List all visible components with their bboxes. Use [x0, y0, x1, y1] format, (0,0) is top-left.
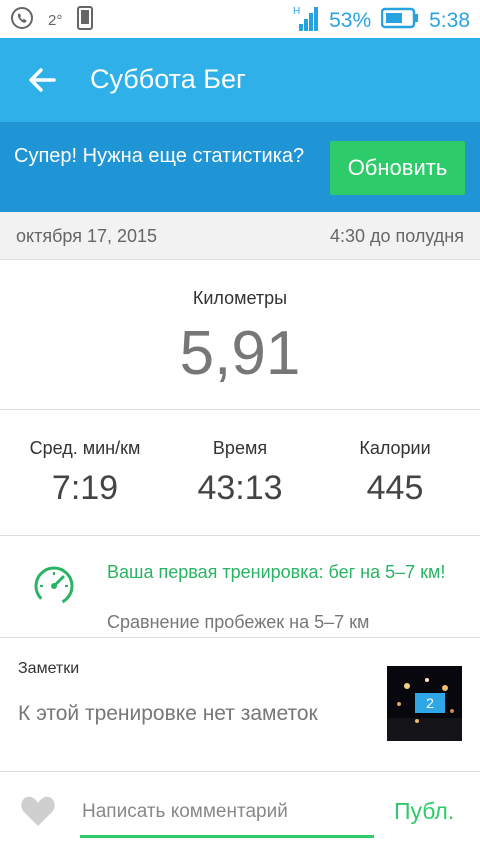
signal-icon: H — [293, 4, 319, 37]
arrow-left-icon[interactable] — [24, 62, 60, 98]
stats-row: Сред. мин/км 7:19 Время 43:13 Калории 44… — [0, 410, 480, 536]
comment-input[interactable] — [80, 788, 374, 838]
upgrade-banner: Супер! Нужна еще статистика? Обновить — [0, 122, 480, 212]
speedometer-icon — [32, 562, 76, 606]
page-title: Суббота Бег — [90, 64, 246, 94]
photo-thumbnail[interactable]: 2 — [387, 666, 462, 741]
status-bar: 2° H 53% 5:38 — [0, 0, 480, 38]
date-bar: октября 17, 2015 4:30 до полудня — [0, 212, 480, 260]
stat-calories: Калории 445 — [315, 438, 475, 508]
app-bar: Суббота Бег — [0, 38, 480, 122]
heart-icon[interactable] — [20, 794, 56, 828]
achievement-card[interactable]: Ваша первая тренировка: бег на 5–7 км! С… — [0, 536, 480, 638]
comment-bar: Публ. — [0, 772, 480, 854]
stat-value: 43:13 — [197, 469, 283, 507]
stat-pace: Сред. мин/км 7:19 — [5, 438, 165, 508]
stat-value: 445 — [366, 469, 424, 507]
stat-label: Сред. мин/км — [29, 438, 141, 458]
workout-time: 4:30 до полудня — [329, 226, 464, 246]
temperature-text: 2° — [48, 12, 63, 29]
battery-icon — [380, 7, 419, 34]
notes-body: К этой тренировке нет заметок — [18, 702, 318, 725]
achievement-headline: Ваша первая тренировка: бег на 5–7 км! — [107, 562, 446, 582]
notes-section: Заметки К этой тренировке нет заметок 2 — [0, 638, 480, 772]
post-comment-button[interactable]: Публ. — [394, 798, 454, 825]
photo-count-badge: 2 — [415, 693, 445, 713]
stat-label: Калории — [359, 438, 431, 458]
stat-value: 7:19 — [51, 469, 119, 507]
phone-icon — [76, 6, 94, 35]
battery-percent: 53% — [329, 8, 372, 32]
achievement-subtext: Сравнение пробежек на 5–7 км — [107, 612, 370, 632]
promo-text: Супер! Нужна еще статистика? — [14, 145, 305, 167]
viber-icon — [10, 6, 34, 35]
upgrade-button[interactable]: Обновить — [330, 141, 465, 195]
svg-text:H: H — [293, 6, 300, 17]
workout-date: октября 17, 2015 — [16, 226, 158, 246]
clock: 5:38 — [429, 8, 470, 32]
stat-duration: Время 43:13 — [160, 438, 320, 508]
distance-section: Километры 5,91 — [0, 260, 480, 410]
distance-value: 5,91 — [179, 319, 301, 388]
distance-label: Километры — [192, 288, 288, 308]
notes-title: Заметки — [18, 660, 80, 677]
stat-label: Время — [212, 438, 268, 458]
